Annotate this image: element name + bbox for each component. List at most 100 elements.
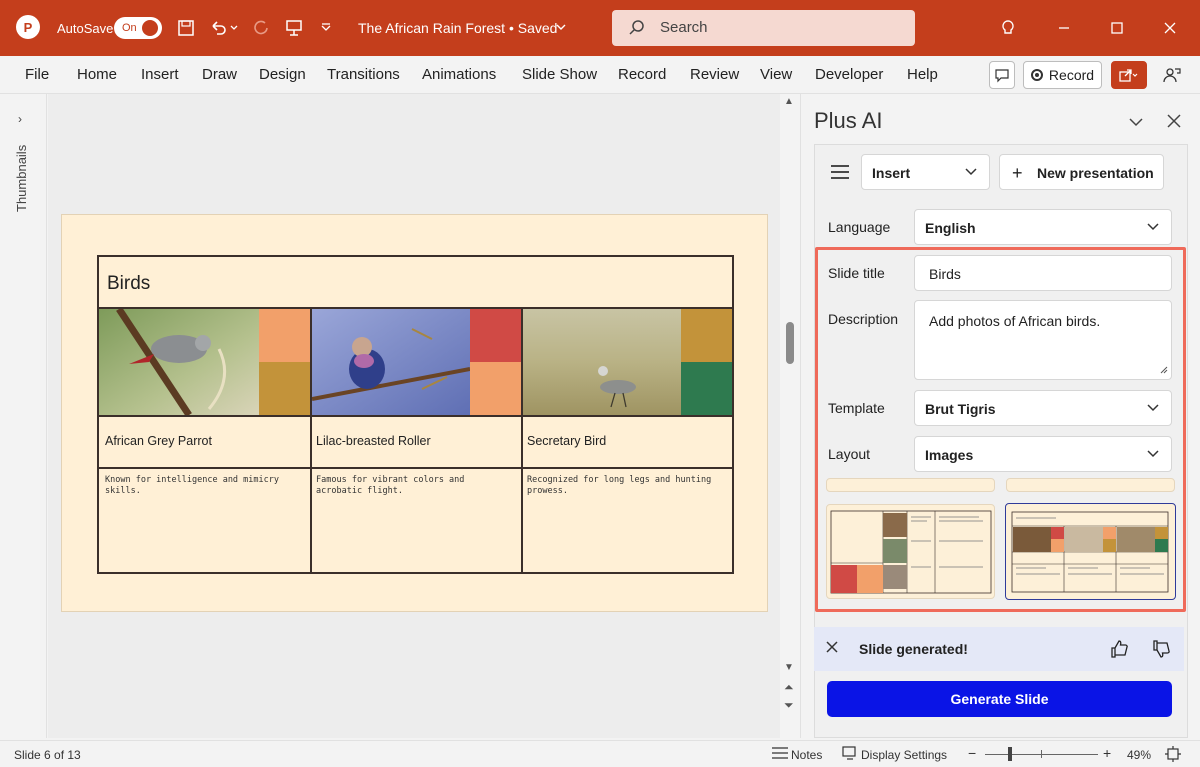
color-swatch — [470, 309, 521, 362]
scroll-down-icon[interactable]: ▼ — [784, 662, 794, 673]
vertical-scrollbar[interactable]: ▲ ▼ ⏶ ⏷ — [780, 94, 800, 738]
parrot-image[interactable] — [99, 307, 259, 417]
new-presentation-button[interactable]: + New presentation — [999, 154, 1164, 190]
pane-options-chevron-icon[interactable] — [1128, 114, 1144, 133]
undo-dropdown-icon[interactable] — [228, 16, 240, 40]
bird-name[interactable]: Lilac-breasted Roller — [316, 434, 431, 448]
copilot-button[interactable] — [1158, 61, 1186, 89]
menu-record[interactable]: Record — [618, 66, 666, 83]
row-divider — [99, 467, 732, 469]
chevron-down-icon — [965, 164, 977, 180]
comments-button[interactable] — [989, 61, 1015, 89]
roller-image[interactable] — [311, 309, 471, 415]
powerpoint-logo-icon: P — [16, 15, 40, 39]
pane-title: Plus AI — [814, 108, 883, 133]
document-title[interactable]: The African Rain Forest • Saved — [358, 20, 557, 36]
close-window-icon[interactable] — [1158, 16, 1182, 40]
zoom-level[interactable]: 49% — [1127, 748, 1151, 762]
color-swatch — [470, 362, 521, 415]
next-slide-icon[interactable]: ⏷ — [784, 698, 794, 713]
bird-description[interactable]: Recognized for long legs and hunting pro… — [527, 475, 722, 497]
row-divider — [99, 415, 732, 417]
slide-grid: Birds African Grey Parrot Lilac-breasted… — [97, 255, 734, 574]
menu-slide-show[interactable]: Slide Show — [522, 66, 597, 83]
status-bar: Slide 6 of 13 Notes Display Settings − +… — [0, 740, 1200, 767]
scroll-up-icon[interactable]: ▲ — [784, 96, 794, 107]
generation-status-bar: Slide generated! — [814, 627, 1184, 671]
color-swatch — [259, 362, 310, 415]
close-pane-icon[interactable] — [1167, 114, 1181, 131]
title-chevron-down-icon[interactable] — [555, 21, 567, 36]
zoom-center-tick — [1041, 750, 1042, 758]
share-button[interactable] — [1111, 61, 1147, 89]
notes-button[interactable]: Notes — [791, 748, 822, 762]
menu-help[interactable]: Help — [907, 66, 938, 83]
save-icon[interactable] — [174, 16, 198, 40]
autosave-toggle[interactable]: On — [114, 17, 162, 39]
record-button-label: Record — [1048, 67, 1095, 83]
expand-thumbnails-icon[interactable]: › — [18, 112, 22, 126]
color-swatch — [681, 309, 732, 362]
search-icon — [628, 19, 646, 40]
minimize-icon[interactable] — [1052, 16, 1076, 40]
menu-insert[interactable]: Insert — [141, 66, 179, 83]
generate-slide-button[interactable]: Generate Slide — [827, 681, 1172, 717]
dismiss-icon[interactable] — [826, 641, 838, 656]
present-icon[interactable] — [282, 16, 306, 40]
menu-draw[interactable]: Draw — [202, 66, 237, 83]
menu-animations[interactable]: Animations — [422, 66, 496, 83]
color-swatch — [259, 309, 310, 362]
thumbs-down-icon[interactable] — [1151, 639, 1171, 662]
fit-to-window-icon[interactable] — [1164, 745, 1182, 766]
autosave-state: On — [122, 22, 137, 34]
lightbulb-icon[interactable] — [996, 16, 1020, 40]
language-dropdown[interactable]: English — [914, 209, 1172, 245]
hamburger-menu-icon[interactable] — [830, 163, 850, 184]
plus-icon: + — [1012, 163, 1023, 183]
bird-name[interactable]: African Grey Parrot — [105, 434, 212, 448]
secretary-bird-image[interactable] — [523, 309, 681, 415]
search-box[interactable]: Search — [612, 10, 915, 46]
scrollbar-thumb[interactable] — [786, 322, 794, 364]
redo-icon[interactable] — [250, 16, 274, 40]
autosave-label: AutoSave — [57, 21, 114, 36]
slide-title[interactable]: Birds — [107, 273, 150, 295]
menu-transitions[interactable]: Transitions — [327, 66, 400, 83]
menu-view[interactable]: View — [760, 66, 792, 83]
thumbnails-panel[interactable]: › Thumbnails — [0, 94, 47, 738]
previous-slide-icon[interactable]: ⏶ — [784, 680, 794, 695]
menu-developer[interactable]: Developer — [815, 66, 883, 83]
color-swatch — [681, 362, 732, 415]
slide[interactable]: Birds African Grey Parrot Lilac-breasted… — [61, 214, 768, 612]
undo-icon[interactable] — [206, 16, 230, 40]
zoom-in-icon[interactable]: + — [1103, 745, 1111, 761]
toggle-knob — [142, 20, 158, 36]
notes-icon — [771, 746, 789, 763]
customize-toolbar-icon[interactable] — [314, 16, 338, 40]
display-settings-button[interactable]: Display Settings — [861, 748, 947, 762]
bird-name[interactable]: Secretary Bird — [527, 434, 606, 448]
menu-design[interactable]: Design — [259, 66, 306, 83]
bird-description[interactable]: Famous for vibrant colors and acrobatic … — [316, 475, 511, 497]
language-value: English — [925, 220, 976, 236]
language-label: Language — [828, 219, 891, 235]
menu-review[interactable]: Review — [690, 66, 739, 83]
bird-description[interactable]: Known for intelligence and mimicry skill… — [105, 475, 295, 497]
menu-home[interactable]: Home — [77, 66, 117, 83]
maximize-icon[interactable] — [1105, 16, 1129, 40]
record-button[interactable]: Record — [1023, 61, 1102, 89]
display-settings-icon — [842, 746, 858, 763]
zoom-slider-thumb[interactable] — [1008, 747, 1012, 761]
zoom-out-icon[interactable]: − — [968, 745, 976, 761]
thumbnails-label: Thumbnails — [14, 144, 29, 212]
thumbs-up-icon[interactable] — [1109, 639, 1129, 662]
insert-dropdown[interactable]: Insert — [861, 154, 990, 190]
menu-file[interactable]: File — [25, 66, 49, 83]
comment-icon — [995, 69, 1009, 83]
insert-dropdown-value: Insert — [872, 165, 911, 181]
search-placeholder: Search — [660, 19, 708, 36]
highlight-box — [815, 247, 1186, 612]
copilot-icon — [1163, 68, 1181, 83]
record-dot-icon — [1030, 69, 1043, 81]
new-presentation-label: New presentation — [1037, 165, 1154, 181]
